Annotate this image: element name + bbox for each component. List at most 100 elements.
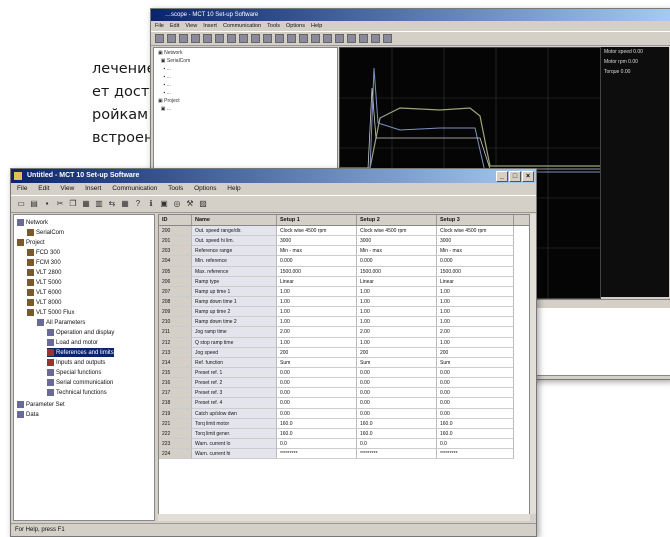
column-header-name[interactable]: Name xyxy=(192,215,277,225)
scope-menu-item[interactable]: Options xyxy=(286,23,305,29)
menu-insert[interactable]: Insert xyxy=(85,185,101,192)
scope-tree-item[interactable]: ▣ ... xyxy=(158,106,337,112)
table-cell[interactable]: 223 xyxy=(159,438,192,450)
scope-menu-item[interactable]: Communication xyxy=(223,23,261,29)
table-cell[interactable]: 0.0 xyxy=(277,438,357,450)
table-cell[interactable]: Ramp down time 2 xyxy=(192,317,277,328)
table-cell[interactable]: 210 xyxy=(159,317,192,328)
scope-menu-item[interactable]: File xyxy=(155,23,164,29)
table-cell[interactable]: 1.00 xyxy=(437,296,514,308)
tree-item-operation[interactable]: Operation and display xyxy=(47,328,114,337)
table-cell[interactable]: 201 xyxy=(159,236,192,247)
table-row[interactable]: 221 Torq limit motor 160.0 160.0 160.0 xyxy=(159,418,529,429)
table-cell[interactable]: 1.00 xyxy=(357,286,437,297)
tool-icon[interactable] xyxy=(215,34,224,43)
column-header-setup1[interactable]: Setup 1 xyxy=(277,215,357,225)
tree-item-references[interactable]: References and limits xyxy=(47,348,114,357)
table-cell[interactable]: 0.00 xyxy=(437,408,514,419)
table-cell[interactable]: 209 xyxy=(159,307,192,318)
horizontal-scrollbar[interactable] xyxy=(158,514,530,521)
menu-options[interactable]: Options xyxy=(194,185,216,192)
table-row[interactable]: 206 Ramp type Linear Linear Linear xyxy=(159,276,529,287)
table-cell[interactable]: Min - max xyxy=(357,246,437,257)
table-cell[interactable]: 160.0 xyxy=(437,428,514,439)
table-cell[interactable]: Torq limit motor xyxy=(192,418,277,429)
table-cell[interactable]: 212 xyxy=(159,337,192,348)
table-row[interactable]: 209 Ramp up time 2 1.00 1.00 1.00 xyxy=(159,307,529,318)
table-cell[interactable]: 0.00 xyxy=(357,398,437,409)
table-cell[interactable]: Warn. current lo xyxy=(192,438,277,450)
table-cell[interactable]: Ramp type xyxy=(192,276,277,287)
tool-icon[interactable] xyxy=(227,34,236,43)
table-cell[interactable]: Ref. function xyxy=(192,357,277,368)
menu-file[interactable]: File xyxy=(17,185,27,192)
title-bar[interactable]: . Untitled - MCT 10 Set-up Software _ □ … xyxy=(11,169,536,183)
table-cell[interactable]: 1.00 xyxy=(277,307,357,318)
tree-item-serialcom[interactable]: SerialCom xyxy=(27,228,64,237)
table-cell[interactable]: 218 xyxy=(159,398,192,409)
tool-icon[interactable] xyxy=(179,34,188,43)
table-cell[interactable]: 1.00 xyxy=(357,307,437,318)
table-cell[interactable]: 1.00 xyxy=(437,317,514,328)
tool-icon[interactable] xyxy=(167,34,176,43)
table-row[interactable]: 210 Ramp down time 2 1.00 1.00 1.00 xyxy=(159,317,529,328)
table-cell[interactable]: Ramp down time 1 xyxy=(192,296,277,308)
minimize-button[interactable]: _ xyxy=(496,171,508,182)
table-row[interactable]: 205 Max. reference 1500.000 1500.000 1500.00… xyxy=(159,266,529,277)
monitor-icon[interactable]: ▣ xyxy=(159,199,169,209)
table-cell[interactable]: 219 xyxy=(159,408,192,419)
table-cell[interactable]: Ramp up time 2 xyxy=(192,307,277,318)
table-cell[interactable]: 1500.000 xyxy=(437,266,514,277)
grid-icon[interactable]: ▦ xyxy=(120,199,130,209)
save-icon[interactable]: ▪ xyxy=(42,199,52,209)
scope-menu-item[interactable]: Insert xyxy=(203,23,217,29)
plug-icon[interactable]: ⇆ xyxy=(107,199,117,209)
column-header-setup2[interactable]: Setup 2 xyxy=(357,215,437,225)
scope-tree-item[interactable]: ▣ Network xyxy=(158,50,337,56)
table-cell[interactable]: 2.00 xyxy=(437,327,514,338)
table-cell[interactable]: 0.00 xyxy=(357,367,437,379)
table-cell[interactable]: 0.0 xyxy=(357,438,437,450)
table-cell[interactable]: 207 xyxy=(159,286,192,297)
scope-tree-item[interactable]: ▪ ... xyxy=(158,82,337,88)
tool-icon[interactable] xyxy=(251,34,260,43)
table-row[interactable]: 222 Torq limit gener. 160.0 160.0 160.0 xyxy=(159,428,529,439)
vertical-scrollbar[interactable] xyxy=(530,214,536,514)
table-cell[interactable]: 0.00 xyxy=(277,388,357,399)
table-cell[interactable]: 0.00 xyxy=(357,378,437,389)
table-cell[interactable]: 200 xyxy=(159,226,192,237)
tree-item-vlt6000[interactable]: VLT 6000 xyxy=(27,288,61,297)
table-cell[interactable]: ********* xyxy=(437,449,514,460)
table-cell[interactable]: 0.00 xyxy=(277,398,357,409)
table-row[interactable]: 213 Jog speed 200 200 200 xyxy=(159,347,529,358)
table-cell[interactable]: 203 xyxy=(159,246,192,257)
table-cell[interactable]: 0.00 xyxy=(357,388,437,399)
tool-icon[interactable] xyxy=(383,34,392,43)
table-cell[interactable]: Preset ref. 3 xyxy=(192,388,277,399)
tool-icon[interactable] xyxy=(347,34,356,43)
tool-icon[interactable] xyxy=(155,34,164,43)
table-cell[interactable]: ********* xyxy=(357,449,437,460)
tree-item-fcm300[interactable]: FCM 300 xyxy=(27,258,61,267)
scope-tree-item[interactable]: ▪ ... xyxy=(158,66,337,72)
table-cell[interactable]: Preset ref. 4 xyxy=(192,398,277,409)
table-cell[interactable]: Sum xyxy=(277,357,357,368)
table-cell[interactable]: 3000 xyxy=(437,236,514,247)
column-header-setup3[interactable]: Setup 3 xyxy=(437,215,514,225)
tool-icon[interactable] xyxy=(191,34,200,43)
table-cell[interactable]: 206 xyxy=(159,276,192,287)
table-cell[interactable]: 200 xyxy=(357,347,437,358)
scope-menu-item[interactable]: Tools xyxy=(267,23,280,29)
table-row[interactable]: 207 Ramp up time 1 1.00 1.00 1.00 xyxy=(159,286,529,297)
scope-tree-item[interactable]: ▪ ... xyxy=(158,74,337,80)
print-icon[interactable]: ▥ xyxy=(94,199,104,209)
table-cell[interactable]: Min. reference xyxy=(192,256,277,267)
help-icon[interactable]: ? xyxy=(133,199,143,209)
table-cell[interactable]: ********* xyxy=(277,449,357,460)
table-row[interactable]: 224 Warn. current hi ********* ********* ***… xyxy=(159,449,529,460)
table-cell[interactable]: 1.00 xyxy=(277,337,357,348)
scope-tree-item[interactable]: ▣ SerialCom xyxy=(158,58,337,64)
table-cell[interactable]: Min - max xyxy=(437,246,514,257)
tree-item-inputs-outputs[interactable]: Inputs and outputs xyxy=(47,358,105,367)
table-cell[interactable]: Clock wise 4500 rpm xyxy=(357,226,437,237)
